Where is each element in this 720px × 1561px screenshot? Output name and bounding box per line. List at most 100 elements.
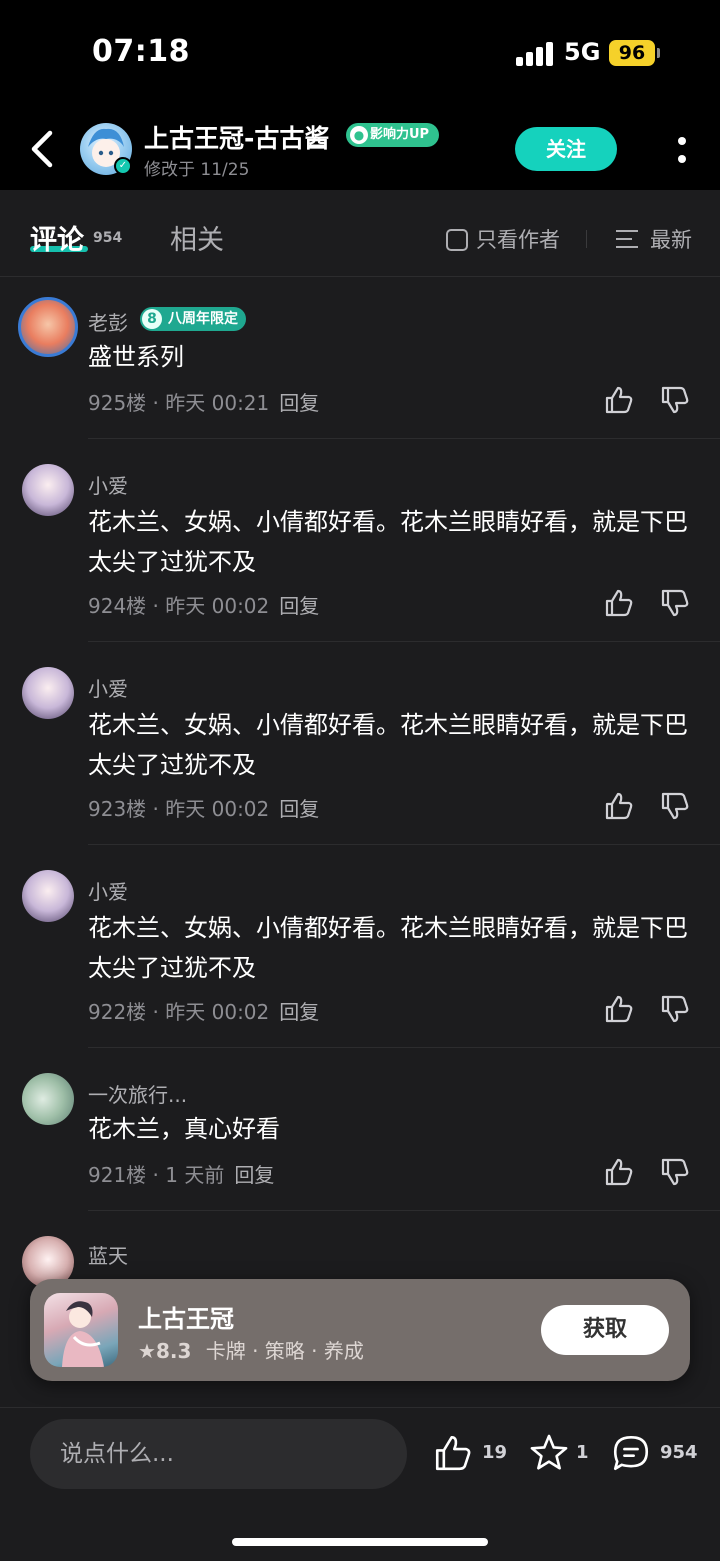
comment-author[interactable]: 小爱	[88, 876, 128, 905]
comment-text: 花木兰，真心好看	[88, 1115, 280, 1143]
comment-item: 小爱 花木兰、女娲、小倩都好看。花木兰眼睛好看，就是下巴太尖了过犹不及 924楼…	[0, 440, 720, 642]
comment-meta: 921楼 · 1 天前 回复	[88, 1163, 275, 1187]
comment-floor: 924楼	[88, 594, 147, 618]
only-author-label: 只看作者	[476, 228, 560, 252]
follow-button[interactable]: 关注	[515, 127, 617, 171]
tab-comments[interactable]: 评论	[30, 218, 84, 257]
person-icon: ●	[350, 126, 368, 144]
sort-icon	[616, 228, 640, 250]
checkbox-icon	[446, 229, 468, 251]
game-name: 上古王冠	[138, 1305, 234, 1333]
more-options-icon[interactable]	[676, 133, 688, 167]
user-avatar[interactable]	[18, 297, 78, 357]
home-indicator[interactable]	[232, 1538, 488, 1546]
battery-icon: 96	[609, 40, 655, 66]
tab-related[interactable]: 相关	[170, 218, 224, 257]
comment-author[interactable]: 老彭	[88, 307, 128, 336]
comment-button[interactable]: 954	[610, 1432, 700, 1476]
reply-button[interactable]: 回复	[279, 391, 319, 415]
reply-button[interactable]: 回复	[234, 1163, 274, 1187]
comment-floor: 922楼	[88, 1000, 147, 1024]
thumbs-up-icon[interactable]	[603, 790, 635, 822]
tab-divider	[586, 230, 587, 248]
comment-text: 花木兰、女娲、小倩都好看。花木兰眼睛好看，就是下巴太尖了过犹不及	[88, 508, 688, 576]
influence-badge: ● 影响力UP	[346, 123, 440, 147]
thumbs-down-icon[interactable]	[659, 993, 691, 1025]
badge-number: 8	[142, 309, 162, 329]
comment-meta: 924楼 · 昨天 00:02 回复	[88, 594, 320, 618]
sort-button[interactable]: 最新	[616, 224, 692, 254]
user-avatar[interactable]	[22, 870, 74, 922]
thumbs-up-icon[interactable]	[603, 384, 635, 416]
modified-date: 修改于 11/25	[144, 160, 250, 180]
status-bar: 07:18 5G 96	[0, 0, 720, 105]
favorite-button[interactable]: 1	[528, 1432, 590, 1476]
comment-input[interactable]: 说点什么...	[30, 1419, 407, 1489]
influence-badge-label: 影响力UP	[370, 127, 430, 142]
like-count: 19	[482, 1442, 508, 1463]
sort-label: 最新	[650, 228, 692, 252]
only-author-toggle[interactable]: 只看作者	[446, 224, 560, 252]
comment-time: 1 天前	[165, 1163, 225, 1187]
reply-button[interactable]: 回复	[279, 1000, 319, 1024]
thumbs-down-icon[interactable]	[659, 790, 691, 822]
comment-meta: 922楼 · 昨天 00:02 回复	[88, 1000, 320, 1024]
comment-floor: 923楼	[88, 797, 147, 821]
thumbs-down-icon[interactable]	[659, 1156, 691, 1188]
comment-bubble-icon	[613, 1435, 649, 1471]
thumbs-up-icon[interactable]	[603, 587, 635, 619]
comment-separator	[88, 641, 720, 642]
star-icon	[530, 1434, 568, 1470]
chevron-left-icon	[31, 130, 53, 168]
user-avatar[interactable]	[22, 1073, 74, 1125]
comment-item: 小爱 花木兰、女娲、小倩都好看。花木兰眼睛好看，就是下巴太尖了过犹不及 922楼…	[0, 846, 720, 1048]
network-type: 5G	[564, 38, 601, 66]
comment-count: 954	[660, 1442, 698, 1463]
status-time: 07:18	[92, 34, 190, 69]
comment-floor: 925楼	[88, 391, 147, 415]
battery-tip	[657, 48, 660, 58]
game-tags: 卡牌 · 策略 · 养成	[205, 1339, 364, 1363]
comment-author[interactable]: 一次旅行...	[88, 1079, 187, 1108]
back-button[interactable]	[28, 129, 58, 169]
game-card[interactable]: 上古王冠 ★8.3 卡牌 · 策略 · 养成 获取	[30, 1279, 690, 1381]
thumbs-up-icon	[435, 1435, 471, 1471]
comment-tabs: 评论 954 相关 只看作者 最新	[0, 190, 720, 277]
verified-icon: ✓	[114, 157, 132, 175]
game-score: 8.3	[155, 1339, 192, 1363]
comment-separator	[88, 438, 720, 439]
signal-icon	[516, 42, 554, 66]
comment-time: 昨天 00:02	[165, 797, 270, 821]
star-icon: ★	[138, 1339, 156, 1363]
comment-item: 一次旅行... 花木兰，真心好看 921楼 · 1 天前 回复	[0, 1049, 720, 1211]
comment-author[interactable]: 蓝天	[88, 1240, 128, 1269]
thumbs-down-icon[interactable]	[659, 587, 691, 619]
reply-button[interactable]: 回复	[279, 594, 319, 618]
comment-meta: 925楼 · 昨天 00:21 回复	[88, 391, 320, 415]
thumbs-up-icon[interactable]	[603, 1156, 635, 1188]
user-avatar[interactable]	[22, 464, 74, 516]
comment-author[interactable]: 小爱	[88, 673, 128, 702]
game-icon	[44, 1293, 118, 1367]
author-name[interactable]: 上古王冠-古古酱	[144, 119, 329, 155]
comment-author[interactable]: 小爱	[88, 470, 128, 499]
tab-comments-count: 954	[93, 230, 123, 246]
comment-separator	[88, 1210, 720, 1211]
user-avatar[interactable]	[22, 667, 74, 719]
comment-separator	[88, 844, 720, 845]
bottom-action-bar: 说点什么... 19 1 954	[0, 1407, 720, 1561]
anniversary-badge: 8 八周年限定	[140, 307, 246, 331]
get-game-button[interactable]: 获取	[541, 1305, 669, 1355]
comment-item: 小爱 花木兰、女娲、小倩都好看。花木兰眼睛好看，就是下巴太尖了过犹不及 923楼…	[0, 643, 720, 845]
comment-separator	[88, 1047, 720, 1048]
comment-time: 昨天 00:02	[165, 1000, 270, 1024]
comment-text: 花木兰、女娲、小倩都好看。花木兰眼睛好看，就是下巴太尖了过犹不及	[88, 711, 688, 779]
thumbs-down-icon[interactable]	[659, 384, 691, 416]
thumbs-up-icon[interactable]	[603, 993, 635, 1025]
comment-time: 昨天 00:02	[165, 594, 270, 618]
game-info: ★8.3 卡牌 · 策略 · 养成	[138, 1335, 364, 1364]
comment-text: 花木兰、女娲、小倩都好看。花木兰眼睛好看，就是下巴太尖了过犹不及	[88, 914, 688, 982]
like-post-button[interactable]: 19	[432, 1432, 508, 1476]
reply-button[interactable]: 回复	[279, 797, 319, 821]
comment-text: 盛世系列	[88, 343, 184, 371]
